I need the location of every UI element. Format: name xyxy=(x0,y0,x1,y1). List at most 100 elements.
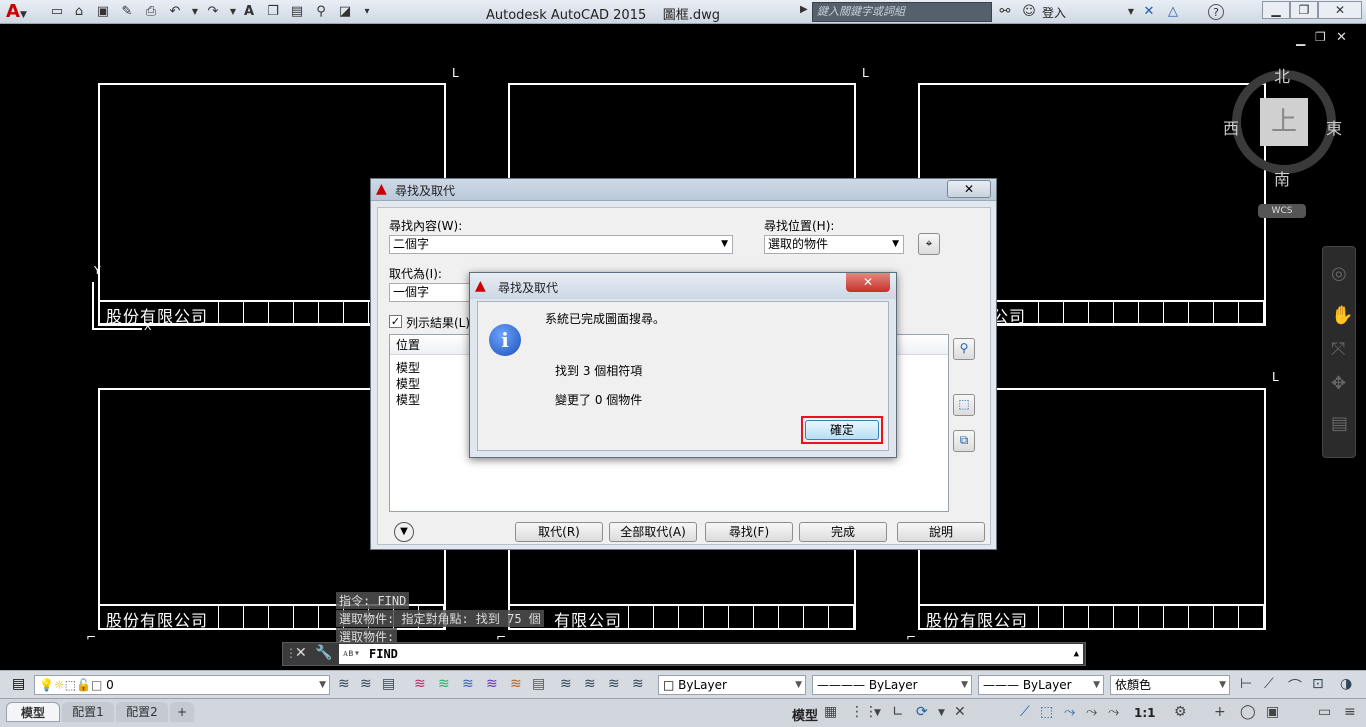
layer-tool-icon[interactable]: ≋ xyxy=(438,676,450,692)
auto-scale-icon[interactable]: ⤳ xyxy=(1108,704,1119,720)
ok-button[interactable]: 確定 xyxy=(805,420,879,440)
layer-tool-icon[interactable]: ≋ xyxy=(632,676,644,692)
dimension-icon[interactable]: ◑ xyxy=(1340,676,1352,692)
viewcube-north[interactable]: 北 xyxy=(1274,63,1290,87)
exchange-icon[interactable]: ✕ xyxy=(1140,3,1158,21)
help-icon[interactable]: ? xyxy=(1208,4,1224,20)
plot-icon[interactable]: ⎙ xyxy=(142,3,160,21)
replace-with-input[interactable]: 一個字 xyxy=(389,283,479,302)
orbit-icon[interactable]: ✥ xyxy=(1331,373,1346,394)
tab-layout2[interactable]: 配置2 xyxy=(116,702,168,722)
user-icon[interactable]: ☺ xyxy=(1020,3,1038,21)
plotstyle-dropdown[interactable]: 依顏色 ▼ xyxy=(1110,675,1230,695)
minimize-button[interactable]: ▁ xyxy=(1262,1,1290,19)
text-icon[interactable]: A xyxy=(240,3,258,21)
help-button[interactable]: 說明 xyxy=(897,522,985,542)
steering-wheel-icon[interactable]: ◎ xyxy=(1331,263,1347,284)
layer-tool-icon[interactable]: ▤ xyxy=(532,676,545,692)
create-selection-set-button[interactable]: ⬚ xyxy=(953,394,975,416)
find-replace-titlebar[interactable]: ▲ 尋找及取代 ✕ xyxy=(371,179,996,201)
undo-icon[interactable]: ↶ xyxy=(166,3,184,21)
osnap-icon[interactable]: ⟋ xyxy=(1020,704,1030,720)
find-replace-close-button[interactable]: ✕ xyxy=(947,180,991,198)
grid-icon[interactable]: ▦ xyxy=(824,704,837,720)
layer-tool-icon[interactable]: ≋ xyxy=(608,676,620,692)
application-menu-button[interactable]: A▼ xyxy=(2,1,38,23)
pan-icon[interactable]: ✋ xyxy=(1331,305,1353,326)
close-icon[interactable]: ✕ xyxy=(295,645,307,661)
find-icon[interactable]: ⚲ xyxy=(312,3,330,21)
maximize-button[interactable]: ❐ xyxy=(1290,1,1318,19)
message-box-titlebar[interactable]: ▲ 尋找及取代 ✕ xyxy=(470,273,896,299)
chevron-down-icon[interactable]: ▼ xyxy=(721,236,728,252)
select-objects-button[interactable]: ⌖ xyxy=(918,233,940,255)
create-selection-set-all-button[interactable]: ⧉ xyxy=(953,430,975,452)
copy-icon[interactable]: ❐ xyxy=(264,3,282,21)
login-dropdown-icon[interactable]: ▼ xyxy=(1122,3,1140,21)
paste-icon[interactable]: ▤ xyxy=(288,3,306,21)
undo-dropdown-icon[interactable]: ▼ xyxy=(186,3,204,21)
replace-button[interactable]: 取代(R) xyxy=(515,522,603,542)
message-box-close-button[interactable]: ✕ xyxy=(846,273,890,292)
find-what-input[interactable]: 二個字 ▼ xyxy=(389,235,733,254)
tab-layout1[interactable]: 配置1 xyxy=(62,702,114,722)
layer-tool-icon[interactable]: ≋ xyxy=(510,676,522,692)
save-icon[interactable]: ▣ xyxy=(94,3,112,21)
isodraft-icon[interactable]: ✕ xyxy=(954,704,966,720)
list-item[interactable]: 模型 xyxy=(396,359,420,376)
list-item[interactable]: 模型 xyxy=(396,375,420,392)
save-as-icon[interactable]: ✎ xyxy=(118,3,136,21)
viewcube-west[interactable]: 西 xyxy=(1223,115,1239,139)
clean-screen-icon[interactable]: ▭ xyxy=(1318,704,1331,720)
make-current-layer-icon[interactable]: ≋ xyxy=(338,676,350,692)
customize-icon[interactable]: 🔧 xyxy=(315,645,332,661)
replace-all-button[interactable]: 全部取代(A) xyxy=(609,522,697,542)
new-icon[interactable]: ▭ xyxy=(48,3,66,21)
chevron-up-icon[interactable]: ▲ xyxy=(1074,644,1079,664)
binoculars-icon[interactable]: ⚯ xyxy=(996,3,1014,21)
list-results-checkbox[interactable]: ✓ xyxy=(389,315,402,328)
tab-model[interactable]: 模型 xyxy=(6,702,60,722)
model-space-button[interactable]: 模型 xyxy=(792,705,818,724)
linetype-dropdown[interactable]: ———— ByLayer ▼ xyxy=(812,675,972,695)
dimension-icon[interactable]: ⊡ xyxy=(1312,676,1324,692)
osnap-square-icon[interactable]: ⬚ xyxy=(1040,704,1053,720)
lineweight-dropdown[interactable]: ——— ByLayer ▼ xyxy=(978,675,1104,695)
zoom-extents-icon[interactable]: ⤧ xyxy=(1331,339,1345,360)
dimension-icon[interactable]: ⌒ xyxy=(1288,676,1302,696)
polar-dropdown-icon[interactable]: ▼ xyxy=(938,708,945,718)
dimension-icon[interactable]: ⊢ xyxy=(1240,676,1252,692)
find-where-select[interactable]: 選取的物件 ▼ xyxy=(764,235,904,254)
polar-icon[interactable]: ⟳ xyxy=(916,704,928,720)
a360-icon[interactable]: △ xyxy=(1164,3,1182,21)
viewcube-south[interactable]: 南 xyxy=(1274,166,1290,190)
viewcube-east[interactable]: 東 xyxy=(1326,115,1342,139)
snap-dropdown-icon[interactable]: ▼ xyxy=(874,708,881,718)
wcs-menu[interactable]: WCS xyxy=(1258,204,1306,218)
layer-tool-icon[interactable]: ≋ xyxy=(584,676,596,692)
annotation-scale-icon[interactable]: ⤳ xyxy=(1064,704,1075,720)
layer-tool-icon[interactable]: ≋ xyxy=(486,676,498,692)
search-arrow-icon[interactable]: ▶ xyxy=(800,4,808,15)
layer-previous-icon[interactable]: ≋ xyxy=(360,676,372,692)
command-input[interactable]: ᴀʙ▾ FIND ▲ xyxy=(339,644,1083,664)
search-input[interactable]: 鍵入關鍵字或詞組 xyxy=(812,2,992,22)
close-button[interactable]: ✕ xyxy=(1318,1,1362,19)
login-label[interactable]: 登入 xyxy=(1042,4,1066,21)
annotation-visibility-icon[interactable]: ⤳ xyxy=(1086,704,1097,720)
annotation-scale-value[interactable]: 1:1 xyxy=(1134,706,1156,720)
layer-properties-icon[interactable]: ▤ xyxy=(12,676,25,692)
find-button[interactable]: 尋找(F) xyxy=(705,522,793,542)
customization-icon[interactable]: ≡ xyxy=(1344,704,1356,720)
layer-match-icon[interactable]: ▤ xyxy=(382,676,395,692)
viewcube-top-face[interactable]: 上 xyxy=(1260,98,1308,146)
layer-tool-icon[interactable]: ≋ xyxy=(462,676,474,692)
showmotion-icon[interactable]: ▤ xyxy=(1331,413,1348,434)
redo-icon[interactable]: ↷ xyxy=(204,3,222,21)
recent-commands-icon[interactable]: ᴀʙ▾ xyxy=(343,644,360,664)
add-icon[interactable]: + xyxy=(1214,704,1226,720)
properties-icon[interactable]: ◪ xyxy=(336,3,354,21)
color-dropdown[interactable]: □ ByLayer ▼ xyxy=(658,675,806,695)
layer-tool-icon[interactable]: ≋ xyxy=(414,676,426,692)
add-layout-button[interactable]: + xyxy=(170,702,194,722)
